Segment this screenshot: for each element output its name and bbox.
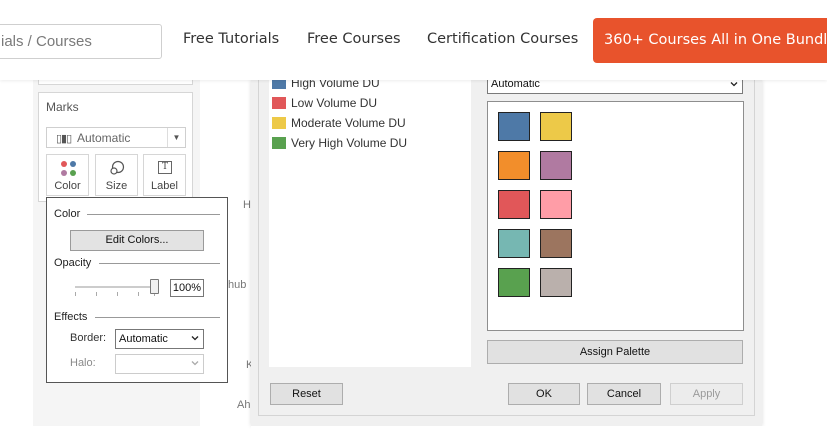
opacity-slider-handle[interactable] xyxy=(150,279,159,294)
legend-swatch xyxy=(272,117,286,129)
edit-colors-button[interactable]: Edit Colors... xyxy=(70,230,204,251)
legend-label: Very High Volume DU xyxy=(291,136,408,150)
halo-label: Halo: xyxy=(70,357,96,369)
chevron-down-icon xyxy=(730,82,738,87)
palette-swatch[interactable] xyxy=(498,229,530,258)
color-dots-icon xyxy=(61,161,77,177)
slider-tick xyxy=(117,292,118,296)
border-label: Border: xyxy=(70,332,107,344)
cancel-button[interactable]: Cancel xyxy=(587,383,661,405)
label-button[interactable]: T Label xyxy=(143,154,186,196)
nav-certification-courses[interactable]: Certification Courses xyxy=(427,31,578,47)
all-in-one-bundle-button[interactable]: 360+ Courses All in One Bundle xyxy=(593,18,827,63)
filters-card xyxy=(38,80,193,85)
palette-swatch[interactable] xyxy=(498,151,530,180)
view-canvas-bottom xyxy=(251,426,827,438)
color-popup: Color Edit Colors... Opacity 100% Effect… xyxy=(46,197,228,383)
opacity-heading: Opacity xyxy=(54,257,92,269)
divider xyxy=(95,317,220,318)
nav-free-courses[interactable]: Free Courses xyxy=(307,31,401,47)
palette-swatch[interactable] xyxy=(540,151,572,180)
legend-swatch xyxy=(272,97,286,109)
assign-palette-button[interactable]: Assign Palette xyxy=(487,340,743,364)
apply-button: Apply xyxy=(670,383,743,405)
palette-swatch[interactable] xyxy=(540,268,572,297)
bar-chart-icon: ▯▮▯ xyxy=(56,133,72,145)
palette-swatch[interactable] xyxy=(498,112,530,141)
legend-label: Moderate Volume DU xyxy=(291,116,406,130)
divider xyxy=(87,214,220,215)
mark-type-dropdown[interactable]: ▯▮▯ Automatic ▼ xyxy=(46,127,186,148)
palette-swatch[interactable] xyxy=(540,190,572,219)
size-icon xyxy=(110,160,125,175)
slider-tick xyxy=(75,292,76,296)
legend-swatch xyxy=(272,137,286,149)
border-value: Automatic xyxy=(119,333,168,345)
top-navigation: Free Tutorials Free Courses Certificatio… xyxy=(0,0,827,80)
slider-tick xyxy=(96,292,97,296)
effects-heading: Effects xyxy=(54,311,88,323)
search-input[interactable] xyxy=(0,25,161,58)
halo-dropdown xyxy=(115,354,204,374)
palette-swatch[interactable] xyxy=(540,112,572,141)
search-box[interactable] xyxy=(0,24,162,59)
color-heading: Color xyxy=(54,208,81,220)
palette-swatch-grid xyxy=(487,101,744,331)
reset-button[interactable]: Reset xyxy=(270,383,343,405)
palette-swatch[interactable] xyxy=(498,268,530,297)
ok-button[interactable]: OK xyxy=(508,383,580,405)
row-header-fragment: H xyxy=(243,199,251,211)
chevron-down-icon: ▼ xyxy=(167,128,185,147)
row-header-fragment: Ah xyxy=(237,399,251,411)
label-icon: T xyxy=(158,161,172,174)
palette-swatch[interactable] xyxy=(540,229,572,258)
size-button-label: Size xyxy=(105,180,128,192)
color-button-label: Color xyxy=(54,180,81,192)
opacity-value-field[interactable]: 100% xyxy=(170,279,204,297)
slider-tick xyxy=(138,292,139,296)
row-header-fragment: hub xyxy=(228,279,247,291)
chevron-down-icon xyxy=(191,361,199,366)
border-dropdown[interactable]: Automatic xyxy=(115,329,204,349)
divider xyxy=(99,263,220,264)
opacity-slider-track[interactable] xyxy=(75,286,159,288)
marks-title: Marks xyxy=(46,100,79,114)
nav-free-tutorials[interactable]: Free Tutorials xyxy=(183,31,279,47)
palette-swatch[interactable] xyxy=(498,190,530,219)
color-button[interactable]: Color xyxy=(46,154,89,196)
legend-label: Low Volume DU xyxy=(291,96,378,110)
label-button-label: Label xyxy=(151,180,178,192)
size-button[interactable]: Size xyxy=(95,154,138,196)
mark-type-value: Automatic xyxy=(77,131,131,145)
chevron-down-icon xyxy=(191,336,199,341)
